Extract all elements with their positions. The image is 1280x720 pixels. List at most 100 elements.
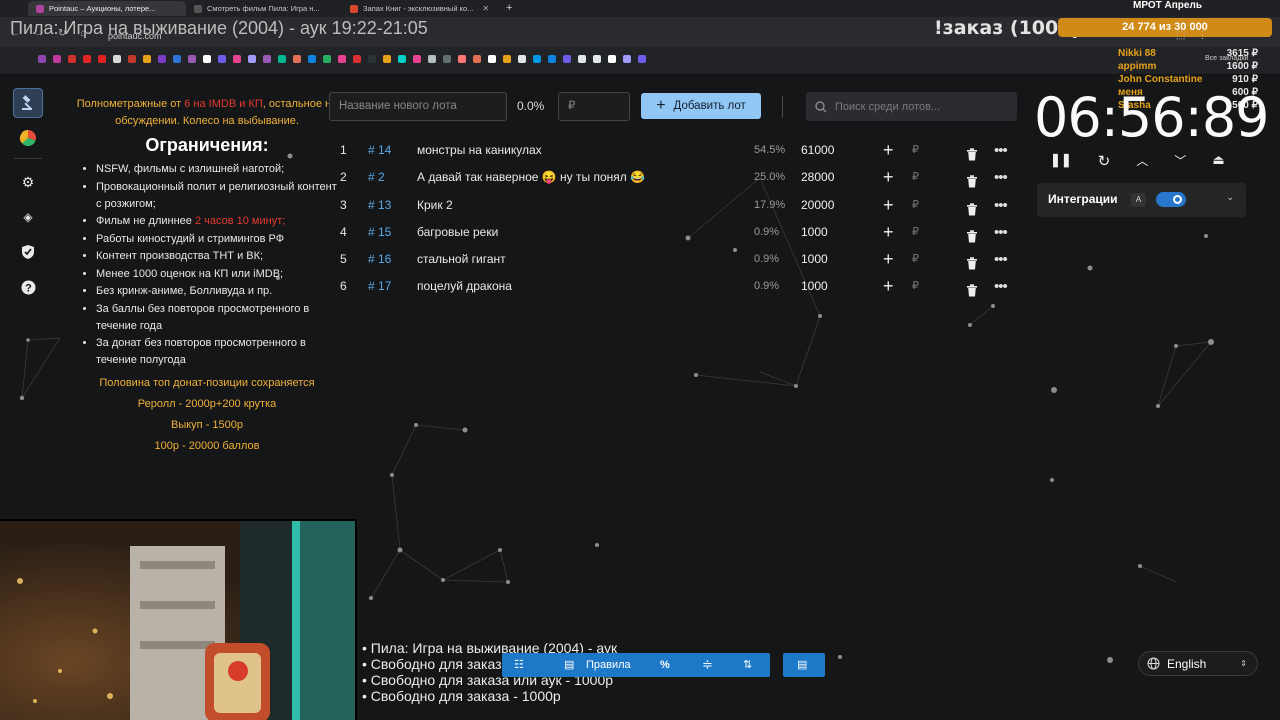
bookmark-icon[interactable] bbox=[608, 55, 616, 63]
bookmark-icon[interactable] bbox=[158, 55, 166, 63]
add-lot-button[interactable]: + Добавить лот bbox=[641, 93, 761, 119]
lot-row[interactable]: 3 # 13 Крик 2 17.9% 20000 ₽ + ••• bbox=[328, 192, 1018, 219]
bookmark-icon[interactable] bbox=[563, 55, 571, 63]
chevron-down-icon[interactable]: ⌄ bbox=[1226, 192, 1234, 203]
more-options-icon[interactable]: ••• bbox=[994, 137, 1008, 164]
bookmark-icon[interactable] bbox=[473, 55, 481, 63]
add-amount-icon[interactable]: + bbox=[883, 273, 894, 300]
sort-icon[interactable]: ⇅ bbox=[743, 653, 752, 677]
menu-icon[interactable]: ⋮ bbox=[1197, 30, 1207, 41]
chevron-up-icon[interactable]: ︿ bbox=[1136, 152, 1148, 170]
help-nav-button[interactable]: ? bbox=[13, 272, 43, 302]
bookmark-icon[interactable] bbox=[368, 55, 376, 63]
wheel-nav-button[interactable] bbox=[13, 123, 43, 153]
lot-name[interactable]: А давай так наверное 😝 ну ты понял 😂 bbox=[417, 164, 645, 191]
bookmark-icon[interactable] bbox=[413, 55, 421, 63]
bookmark-icon[interactable] bbox=[98, 55, 106, 63]
bookmark-icon[interactable] bbox=[383, 55, 391, 63]
bookmark-icon[interactable] bbox=[518, 55, 526, 63]
lot-id[interactable]: # 17 bbox=[368, 273, 391, 300]
pause-icon[interactable]: ❚❚ bbox=[1050, 152, 1072, 170]
chevron-down-icon[interactable]: ﹀ bbox=[1174, 152, 1186, 170]
bookmark-icon[interactable] bbox=[338, 55, 346, 63]
more-options-icon[interactable]: ••• bbox=[994, 246, 1008, 273]
bookmark-icon[interactable] bbox=[593, 55, 601, 63]
bookmark-icon[interactable] bbox=[263, 55, 271, 63]
bookmark-icon[interactable] bbox=[323, 55, 331, 63]
layers-nav-button[interactable]: ◈ bbox=[13, 202, 43, 232]
moderation-nav-button[interactable] bbox=[13, 237, 43, 267]
add-amount-icon[interactable]: + bbox=[883, 219, 894, 246]
settings-nav-button[interactable]: ⚙ bbox=[13, 167, 43, 197]
lot-amount[interactable]: 61000 bbox=[801, 137, 834, 164]
bookmark-icon[interactable] bbox=[188, 55, 196, 63]
bookmark-icon[interactable] bbox=[173, 55, 181, 63]
lot-amount[interactable]: 1000 bbox=[801, 246, 828, 273]
lot-row[interactable]: 2 # 2 А давай так наверное 😝 ну ты понял 😂… bbox=[328, 164, 1018, 191]
bookmark-icon[interactable] bbox=[128, 55, 136, 63]
bookmark-icon[interactable] bbox=[53, 55, 61, 63]
bookmark-icon[interactable] bbox=[533, 55, 541, 63]
bookmark-icon[interactable] bbox=[428, 55, 436, 63]
bookmark-icon[interactable] bbox=[113, 55, 121, 63]
bookmark-icon[interactable] bbox=[458, 55, 466, 63]
new-lot-name-input[interactable]: Название нового лота bbox=[329, 92, 507, 121]
more-options-icon[interactable]: ••• bbox=[994, 219, 1008, 246]
clear-lots-button[interactable]: ▤ bbox=[783, 653, 825, 677]
more-options-icon[interactable]: ••• bbox=[994, 273, 1008, 300]
bookmark-icon[interactable] bbox=[488, 55, 496, 63]
bookmark-icon[interactable] bbox=[353, 55, 361, 63]
browser-tab-books[interactable]: Запах Книг - эксклюзивный ко... ✕ bbox=[342, 1, 502, 16]
bookmark-icon[interactable] bbox=[83, 55, 91, 63]
split-icon[interactable]: ≑ bbox=[702, 653, 713, 677]
more-options-icon[interactable]: ••• bbox=[994, 164, 1008, 191]
close-tab-icon[interactable]: ✕ bbox=[482, 4, 489, 13]
lot-amount[interactable]: 28000 bbox=[801, 164, 834, 191]
lot-amount[interactable]: 1000 bbox=[801, 273, 828, 300]
language-selector[interactable]: English ⇕ bbox=[1138, 651, 1258, 676]
bookmark-icon[interactable] bbox=[308, 55, 316, 63]
lot-search-input[interactable]: Поиск среди лотов... bbox=[806, 92, 1017, 121]
lot-id[interactable]: # 16 bbox=[368, 246, 391, 273]
lot-name[interactable]: монстры на каникулах bbox=[417, 137, 542, 164]
trash-icon[interactable] bbox=[966, 280, 978, 307]
more-options-icon[interactable]: ••• bbox=[994, 192, 1008, 219]
auction-nav-button[interactable] bbox=[13, 88, 43, 118]
lot-row[interactable]: 5 # 16 стальной гигант 0.9% 1000 ₽ + ••• bbox=[328, 246, 1018, 273]
lot-id[interactable]: # 2 bbox=[368, 164, 385, 191]
bookmark-icon[interactable] bbox=[638, 55, 646, 63]
new-lot-cost-input[interactable]: ₽ bbox=[558, 92, 630, 121]
list-icon[interactable]: ☷ bbox=[514, 653, 524, 677]
bookmark-icon[interactable] bbox=[143, 55, 151, 63]
lot-id[interactable]: # 13 bbox=[368, 192, 391, 219]
bookmark-icon[interactable] bbox=[233, 55, 241, 63]
browser-tab-movie[interactable]: Смотреть фильм Пила: Игра н... bbox=[186, 1, 338, 16]
lot-name[interactable]: поцелуй дракона bbox=[417, 273, 512, 300]
add-amount-icon[interactable]: + bbox=[883, 246, 894, 273]
add-amount-icon[interactable]: + bbox=[883, 192, 894, 219]
lot-row[interactable]: 4 # 15 багровые реки 0.9% 1000 ₽ + ••• bbox=[328, 219, 1018, 246]
lot-row[interactable]: 6 # 17 поцелуй дракона 0.9% 1000 ₽ + ••• bbox=[328, 273, 1018, 300]
integrations-toggle[interactable] bbox=[1156, 192, 1186, 207]
percent-icon[interactable]: % bbox=[660, 653, 670, 677]
add-amount-icon[interactable]: + bbox=[883, 164, 894, 191]
bookmark-icon[interactable] bbox=[548, 55, 556, 63]
bookmark-icon[interactable] bbox=[443, 55, 451, 63]
bookmark-icon[interactable] bbox=[38, 55, 46, 63]
extensions-icon[interactable]: ⬚ bbox=[1176, 30, 1185, 41]
lot-name[interactable]: Крик 2 bbox=[417, 192, 453, 219]
double-up-icon[interactable]: ⏏ bbox=[1212, 152, 1224, 170]
lot-id[interactable]: # 14 bbox=[368, 137, 391, 164]
bookmark-icon[interactable] bbox=[278, 55, 286, 63]
new-tab-icon[interactable]: + bbox=[506, 2, 512, 14]
bookmark-icon[interactable] bbox=[248, 55, 256, 63]
bookmark-icon[interactable] bbox=[578, 55, 586, 63]
bookmark-icon[interactable] bbox=[398, 55, 406, 63]
browser-tab-pointauc[interactable]: Pointauc – Аукционы, лотере... bbox=[28, 1, 186, 16]
bookmark-icon[interactable] bbox=[503, 55, 511, 63]
lot-name[interactable]: багровые реки bbox=[417, 219, 498, 246]
lot-amount[interactable]: 20000 bbox=[801, 192, 834, 219]
add-amount-icon[interactable]: + bbox=[883, 137, 894, 164]
bookmark-icon[interactable] bbox=[68, 55, 76, 63]
bookmark-icon[interactable] bbox=[293, 55, 301, 63]
